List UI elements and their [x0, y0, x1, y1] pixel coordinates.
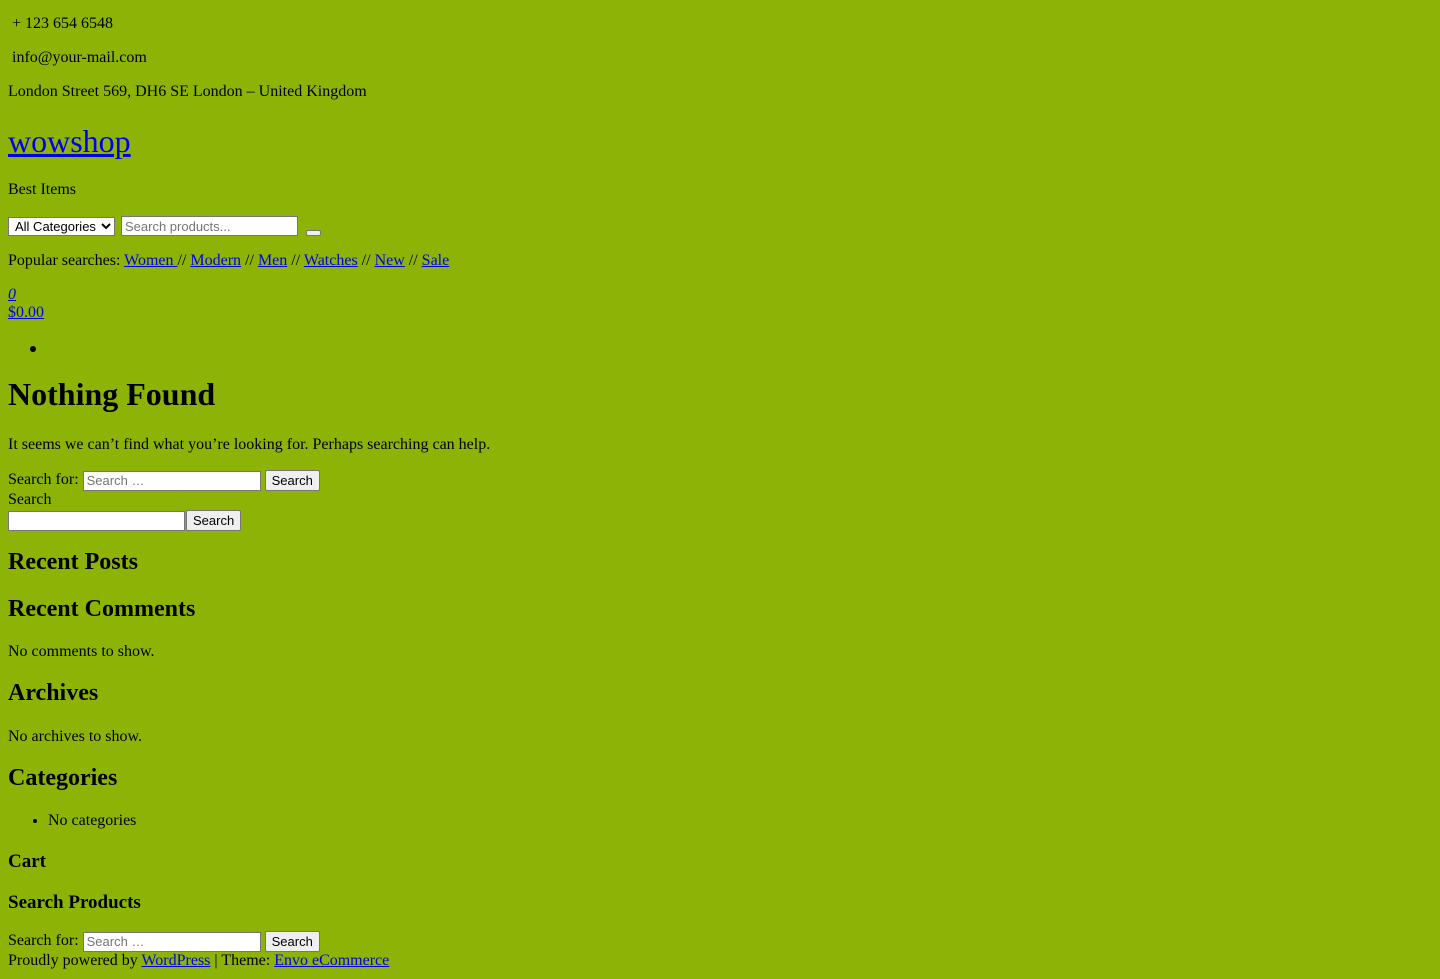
- list-item: No categories: [48, 812, 136, 830]
- search-products-button[interactable]: Search: [264, 931, 320, 952]
- categories-heading: Categories: [8, 765, 118, 791]
- popular-searches: Popular searches: Women // Modern // Men…: [8, 252, 449, 270]
- theme-link[interactable]: Envo eCommerce: [274, 952, 389, 969]
- main-search-button[interactable]: Search: [264, 470, 320, 491]
- popular-link-modern[interactable]: Modern: [190, 252, 241, 269]
- search-products-form: Search for: Search: [8, 931, 320, 952]
- cart-count-link[interactable]: 0: [8, 286, 16, 303]
- recent-comments-heading: Recent Comments: [8, 596, 196, 622]
- site-title-link[interactable]: wowshop: [8, 123, 131, 159]
- nothing-found-message: It seems we can’t find what you’re looki…: [8, 436, 491, 453]
- address-text: London Street 569, DH6 SE London – Unite…: [8, 83, 367, 100]
- popular-separator: //: [177, 252, 187, 269]
- header-cart-total: $0.00: [8, 304, 44, 322]
- footer-theme-text: | Theme:: [210, 952, 275, 969]
- footer-credits: Proudly powered by WordPress | Theme: En…: [8, 952, 389, 970]
- search-products-heading: Search Products: [8, 892, 141, 913]
- search-products-label: Search for:: [8, 932, 79, 950]
- site-tagline: Best Items: [8, 181, 76, 198]
- cart-total-link[interactable]: $0.00: [8, 304, 44, 321]
- popular-link-men[interactable]: Men: [258, 252, 287, 269]
- product-search-button[interactable]: [306, 230, 321, 236]
- search-products-input[interactable]: [82, 931, 261, 952]
- popular-link-sale[interactable]: Sale: [422, 252, 450, 269]
- popular-link-new[interactable]: New: [375, 252, 405, 269]
- email-text: info@your-mail.com: [12, 49, 147, 66]
- popular-link-watches[interactable]: Watches: [304, 252, 358, 269]
- no-comments-text: No comments to show.: [8, 643, 155, 660]
- no-archives-text: No archives to show.: [8, 728, 143, 745]
- popular-link-women[interactable]: Women: [124, 252, 177, 269]
- phone-text: + 123 654 6548: [12, 15, 114, 32]
- cart-heading: Cart: [8, 851, 46, 872]
- popular-separator: //: [408, 252, 418, 269]
- popular-separator: //: [291, 252, 301, 269]
- popular-searches-label: Popular searches:: [8, 252, 125, 269]
- categories-list: No categories: [8, 812, 136, 830]
- sidebar-search-form: Search: [8, 510, 242, 531]
- sidebar-search-input[interactable]: [8, 510, 185, 531]
- product-search-input[interactable]: [121, 216, 298, 236]
- sidebar-search-label: Search: [8, 491, 52, 508]
- empty-list-bullet: [30, 346, 36, 352]
- main-search-label: Search for:: [8, 471, 79, 489]
- site-title: wowshop: [8, 123, 131, 160]
- main-search-form: Search for: Search: [8, 470, 320, 491]
- header-cart: 0: [8, 286, 16, 304]
- sidebar-search-button[interactable]: Search: [186, 510, 242, 531]
- page-title: Nothing Found: [8, 376, 216, 412]
- archives-heading: Archives: [8, 680, 99, 706]
- wordpress-link[interactable]: WordPress: [141, 952, 210, 969]
- category-select[interactable]: All Categories: [8, 216, 115, 236]
- popular-separator: //: [245, 252, 254, 269]
- main-search-input[interactable]: [82, 470, 261, 491]
- popular-separator: //: [361, 252, 371, 269]
- recent-posts-heading: Recent Posts: [8, 549, 138, 575]
- product-search-form: All Categories: [8, 216, 321, 236]
- footer-powered-text: Proudly powered by: [8, 952, 142, 969]
